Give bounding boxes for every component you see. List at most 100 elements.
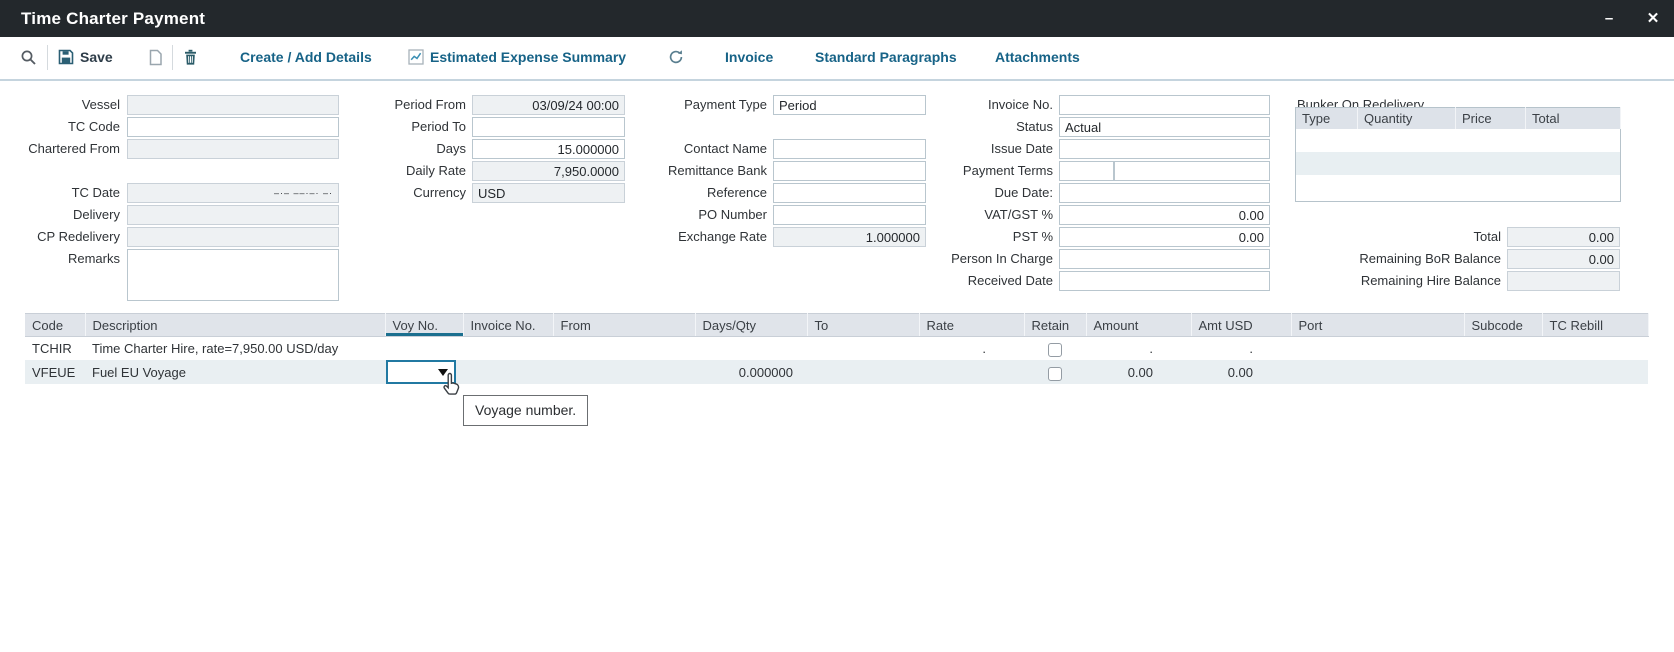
tc-code-field[interactable] — [127, 117, 339, 137]
voy-no-dropdown[interactable] — [386, 360, 456, 384]
delivery-field — [127, 205, 339, 225]
close-button[interactable]: ✕ — [1638, 0, 1668, 37]
cell-port[interactable] — [1291, 360, 1464, 384]
save-button[interactable]: Save — [58, 37, 113, 77]
delete-button[interactable] — [183, 37, 198, 77]
search-icon — [20, 49, 37, 66]
period-to-label: Period To — [340, 117, 466, 137]
cell-subcode[interactable] — [1464, 360, 1542, 384]
copy-button[interactable] — [148, 37, 163, 77]
grid-header-row: Code Description Voy No. Invoice No. Fro… — [25, 314, 1648, 337]
estimated-expense-summary-button[interactable]: Estimated Expense Summary — [408, 37, 626, 77]
chartered-from-field — [127, 139, 339, 159]
grid-row-vfeue: VFEUE Fuel EU Voyage 0.000000 0.00 0.00 — [25, 360, 1648, 384]
cell-rate[interactable]: . — [919, 337, 1024, 361]
cell-rate[interactable] — [919, 360, 1024, 384]
bunker-col-price: Price — [1456, 108, 1526, 130]
grid-col-tc-rebill[interactable]: TC Rebill — [1542, 314, 1648, 337]
grid-col-amt-usd[interactable]: Amt USD — [1191, 314, 1291, 337]
grid-col-retain[interactable]: Retain — [1024, 314, 1086, 337]
grid-col-code[interactable]: Code — [25, 314, 85, 337]
cell-to[interactable] — [807, 360, 919, 384]
cell-invoice-no[interactable] — [463, 337, 553, 361]
issue-date-field[interactable] — [1059, 139, 1270, 159]
reference-label: Reference — [640, 183, 767, 203]
time-charter-payment-window: Time Charter Payment – ✕ Save — [0, 0, 1674, 652]
cell-port[interactable] — [1291, 337, 1464, 361]
cell-days-qty[interactable] — [695, 337, 807, 361]
toolbar-divider — [47, 45, 48, 70]
cell-description[interactable]: Fuel EU Voyage — [85, 360, 385, 384]
due-date-field[interactable] — [1059, 183, 1270, 203]
cell-code[interactable]: VFEUE — [25, 360, 85, 384]
cell-amt-usd[interactable]: . — [1191, 337, 1291, 361]
invoice-button[interactable]: Invoice — [725, 37, 773, 77]
grid-col-invoice-no[interactable]: Invoice No. — [463, 314, 553, 337]
search-button[interactable] — [20, 37, 37, 77]
minimize-button[interactable]: – — [1594, 0, 1624, 37]
grid-col-days-qty[interactable]: Days/Qty — [695, 314, 807, 337]
grid-col-from[interactable]: From — [553, 314, 695, 337]
cell-amount[interactable]: . — [1086, 337, 1191, 361]
invoice-no-field[interactable] — [1059, 95, 1270, 115]
status-label: Status — [898, 117, 1053, 137]
cell-tc-rebill[interactable] — [1542, 337, 1648, 361]
cell-tc-rebill[interactable] — [1542, 360, 1648, 384]
remaining-hire-balance-label: Remaining Hire Balance — [1280, 271, 1501, 291]
retain-checkbox[interactable] — [1048, 343, 1062, 357]
status-field[interactable] — [1059, 117, 1270, 137]
cell-description[interactable]: Time Charter Hire, rate=7,950.00 USD/day — [85, 337, 385, 361]
bunker-row — [1296, 175, 1621, 202]
payment-terms-code-field[interactable] — [1059, 161, 1114, 181]
grid-col-description[interactable]: Description — [85, 314, 385, 337]
remaining-bor-balance-label: Remaining BoR Balance — [1280, 249, 1501, 269]
cell-voy-no[interactable] — [385, 337, 463, 361]
bunker-total-field — [1507, 227, 1620, 247]
cp-redelivery-field — [127, 227, 339, 247]
cell-code[interactable]: TCHIR — [25, 337, 85, 361]
received-date-label: Received Date — [898, 271, 1053, 291]
cell-invoice-no[interactable] — [463, 360, 553, 384]
grid-col-voy-no[interactable]: Voy No. — [385, 314, 463, 337]
trash-icon — [183, 49, 198, 66]
cell-amount[interactable]: 0.00 — [1086, 360, 1191, 384]
cell-from[interactable] — [553, 337, 695, 361]
grid-col-amount[interactable]: Amount — [1086, 314, 1191, 337]
cell-to[interactable] — [807, 337, 919, 361]
document-icon — [148, 49, 163, 66]
invoice-no-label: Invoice No. — [898, 95, 1053, 115]
days-field[interactable] — [472, 139, 625, 159]
attachments-button[interactable]: Attachments — [995, 37, 1080, 77]
grid-col-rate[interactable]: Rate — [919, 314, 1024, 337]
currency-label: Currency — [340, 183, 466, 203]
daily-rate-label: Daily Rate — [340, 161, 466, 181]
remarks-field[interactable] — [127, 249, 339, 301]
retain-checkbox[interactable] — [1048, 367, 1062, 381]
cell-subcode[interactable] — [1464, 337, 1542, 361]
cell-retain — [1024, 337, 1086, 361]
cell-amt-usd[interactable]: 0.00 — [1191, 360, 1291, 384]
remarks-label: Remarks — [0, 249, 120, 269]
cell-days-qty[interactable]: 0.000000 — [695, 360, 807, 384]
due-date-label: Due Date: — [898, 183, 1053, 203]
refresh-button[interactable] — [668, 37, 684, 77]
days-label: Days — [340, 139, 466, 159]
create-add-details-button[interactable]: Create / Add Details — [240, 37, 372, 77]
toolbar: Save Create / Add Details Estimated Expe… — [0, 37, 1674, 81]
payment-terms-desc-field[interactable] — [1114, 161, 1270, 181]
bunker-header-row: Type Quantity Price Total — [1296, 108, 1621, 130]
grid-col-port[interactable]: Port — [1291, 314, 1464, 337]
grid-col-to[interactable]: To — [807, 314, 919, 337]
period-from-label: Period From — [340, 95, 466, 115]
chartered-from-label: Chartered From — [0, 139, 120, 159]
cell-from[interactable] — [553, 360, 695, 384]
window-title: Time Charter Payment — [21, 0, 205, 37]
pst-field[interactable] — [1059, 227, 1270, 247]
received-date-field[interactable] — [1059, 271, 1270, 291]
period-to-field[interactable] — [472, 117, 625, 137]
grid-col-subcode[interactable]: Subcode — [1464, 314, 1542, 337]
person-in-charge-field[interactable] — [1059, 249, 1270, 269]
vat-gst-label: VAT/GST % — [898, 205, 1053, 225]
standard-paragraphs-button[interactable]: Standard Paragraphs — [815, 37, 957, 77]
vat-gst-field[interactable] — [1059, 205, 1270, 225]
